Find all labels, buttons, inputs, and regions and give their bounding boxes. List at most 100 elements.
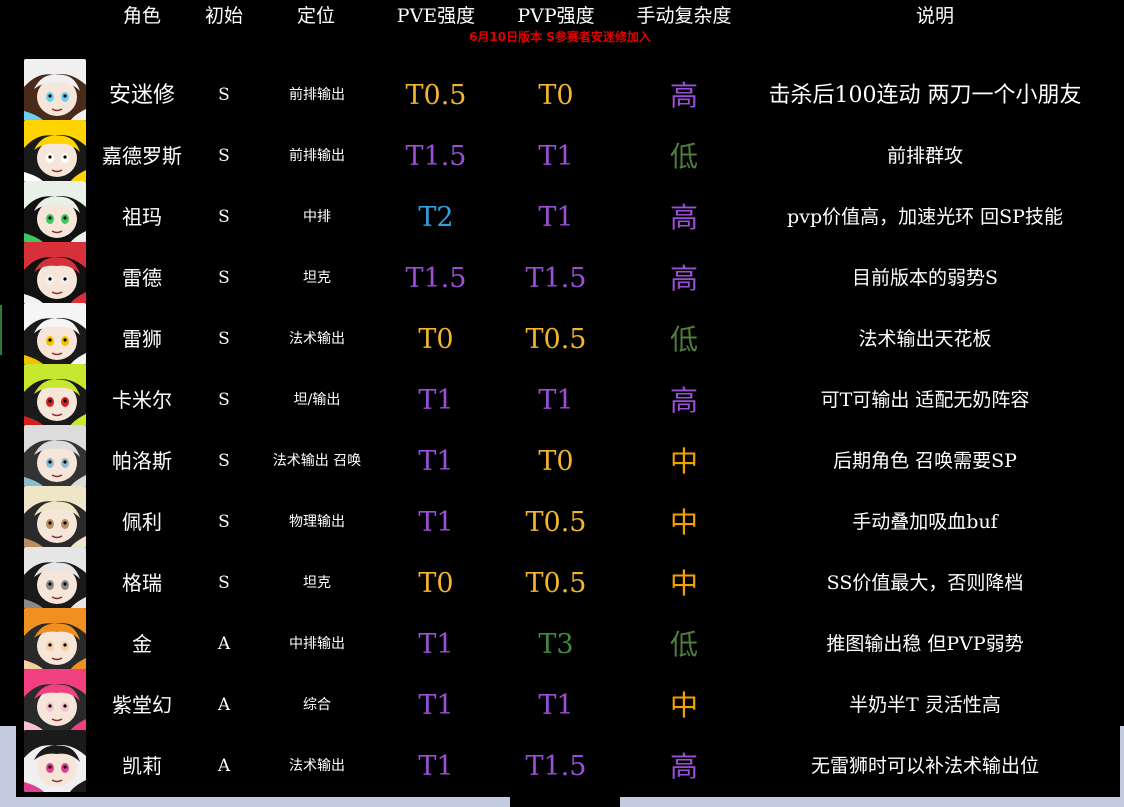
pve-tier: T1 [418, 629, 454, 660]
pve-tier: T1.5 [405, 263, 467, 294]
initial-grade: S [218, 390, 230, 410]
pvp-tier: T0.5 [525, 568, 587, 599]
header-pvp: PVP强度 [517, 5, 595, 27]
pink-hair-portrait-icon [24, 669, 86, 731]
pve-tier: T1 [418, 507, 454, 538]
table-row: 金 A 中排输出 T1 T3 低 推图输出稳 但PVP弱势 [0, 608, 1124, 675]
masked-portrait-icon [24, 364, 86, 426]
red-hair-portrait-icon [24, 242, 86, 304]
pve-tier: T2 [418, 202, 454, 233]
pve-tier: T1 [418, 385, 454, 416]
pvp-tier: T0.5 [525, 507, 587, 538]
character-name: 凯莉 [122, 754, 162, 778]
initial-grade: S [218, 512, 230, 532]
black-hair-portrait-icon [24, 730, 86, 792]
white-hair-portrait-icon [24, 425, 86, 487]
pvp-tier: T0.5 [525, 324, 587, 355]
character-name: 雷德 [122, 266, 162, 290]
character-name: 祖玛 [122, 205, 162, 229]
description-text: 前排群攻 [886, 145, 963, 167]
complexity-level: 低 [669, 628, 698, 661]
description-text: 后期角色 召唤需要SP [833, 450, 1017, 472]
pvp-tier: T1 [538, 141, 574, 172]
character-name: 雷狮 [122, 327, 162, 351]
role-label: 法术输出 召唤 [272, 453, 362, 469]
table-row: 嘉德罗斯 S 前排输出 T1.5 T1 低 前排群攻 [0, 120, 1124, 187]
star-hat-portrait-icon [24, 303, 86, 365]
header-position: 定位 [296, 5, 335, 27]
description-text: 推图输出稳 但PVP弱势 [826, 633, 1024, 655]
pve-tier: T1 [418, 751, 454, 782]
role-label: 综合 [303, 697, 331, 713]
initial-grade: S [218, 573, 230, 593]
role-label: 物理输出 [289, 514, 345, 530]
complexity-level: 高 [669, 262, 698, 295]
complexity-level: 高 [669, 201, 698, 234]
initial-grade: S [218, 329, 230, 349]
table-row: 紫堂幻 A 综合 T1 T1 中 半奶半T 灵活性高 [0, 669, 1124, 736]
role-label: 中排输出 [289, 636, 345, 652]
yellow-hair-portrait-icon [24, 120, 86, 182]
complexity-level: 中 [669, 567, 698, 600]
role-label: 前排输出 [289, 148, 345, 164]
pvp-tier: T1.5 [525, 751, 587, 782]
role-label: 中排 [303, 209, 331, 225]
pve-tier: T0 [418, 324, 454, 355]
initial-grade: S [218, 146, 230, 166]
description-text: 法术输出天花板 [858, 328, 992, 350]
version-note: 6月10日版本 S参赛者安迷修加入 [469, 30, 651, 44]
pve-tier: T0 [418, 568, 454, 599]
role-label: 前排输出 [289, 87, 345, 103]
character-name: 帕洛斯 [112, 449, 172, 473]
table-row: 佩利 S 物理输出 T1 T0.5 中 手动叠加吸血buf [0, 486, 1124, 553]
table-row: 格瑞 S 坦克 T0 T0.5 中 SS价值最大，否则降档 [0, 547, 1124, 614]
pvp-tier: T0 [538, 446, 574, 477]
description-text: 击杀后100连动 两刀一个小朋友 [768, 83, 1082, 108]
character-name: 格瑞 [122, 571, 162, 595]
initial-grade: S [218, 451, 230, 471]
blonde-portrait-icon [24, 486, 86, 548]
complexity-level: 中 [669, 506, 698, 539]
character-name: 安迷修 [108, 83, 175, 108]
pvp-tier: T0 [538, 80, 574, 111]
orange-hat-portrait-icon [24, 608, 86, 670]
character-name: 卡米尔 [112, 388, 172, 412]
table-row: 凯莉 A 法术输出 T1 T1.5 高 无雷狮时可以补法术输出位 [0, 730, 1124, 797]
table-row: 安迷修 S 前排输出 T0.5 T0 高 击杀后100连动 两刀一个小朋友 [0, 59, 1124, 126]
pvp-tier: T1 [538, 202, 574, 233]
header-description: 说明 [915, 5, 954, 27]
initial-grade: A [217, 634, 231, 654]
complexity-level: 低 [669, 140, 698, 173]
silver-hair-portrait-icon [24, 547, 86, 609]
pve-tier: T1 [418, 690, 454, 721]
header-pve: PVE强度 [396, 5, 476, 27]
pvp-tier: T3 [538, 629, 574, 660]
character-name: 嘉德罗斯 [102, 144, 182, 168]
character-name: 金 [132, 632, 152, 656]
complexity-level: 高 [669, 79, 698, 112]
header-complexity: 手动复杂度 [636, 5, 732, 27]
description-text: 无雷狮时可以补法术输出位 [810, 755, 1039, 777]
description-text: 手动叠加吸血buf [852, 511, 998, 533]
description-text: SS价值最大，否则降档 [826, 572, 1024, 594]
header-character: 角色 [122, 5, 161, 27]
table-row: 卡米尔 S 坦/输出 T1 T1 高 可T可输出 适配无奶阵容 [0, 364, 1124, 431]
character-name: 佩利 [122, 510, 162, 534]
brown-hair-portrait-icon [24, 59, 86, 121]
pvp-tier: T1 [538, 690, 574, 721]
table-row: 帕洛斯 S 法术输出 召唤 T1 T0 中 后期角色 召唤需要SP [0, 425, 1124, 492]
pvp-tier: T1 [538, 385, 574, 416]
complexity-level: 中 [669, 445, 698, 478]
initial-grade: S [218, 85, 230, 105]
initial-grade: S [218, 268, 230, 288]
complexity-level: 低 [669, 323, 698, 356]
initial-grade: S [218, 207, 230, 227]
description-text: 可T可输出 适配无奶阵容 [820, 389, 1030, 411]
table-row: 雷狮 S 法术输出 T0 T0.5 低 法术输出天花板 [0, 303, 1124, 370]
green-mask-portrait-icon [24, 181, 86, 243]
role-label: 坦克 [303, 575, 331, 591]
role-label: 法术输出 [289, 331, 345, 347]
role-label: 法术输出 [289, 758, 345, 774]
pve-tier: T1.5 [405, 141, 467, 172]
role-label: 坦/输出 [293, 392, 341, 408]
